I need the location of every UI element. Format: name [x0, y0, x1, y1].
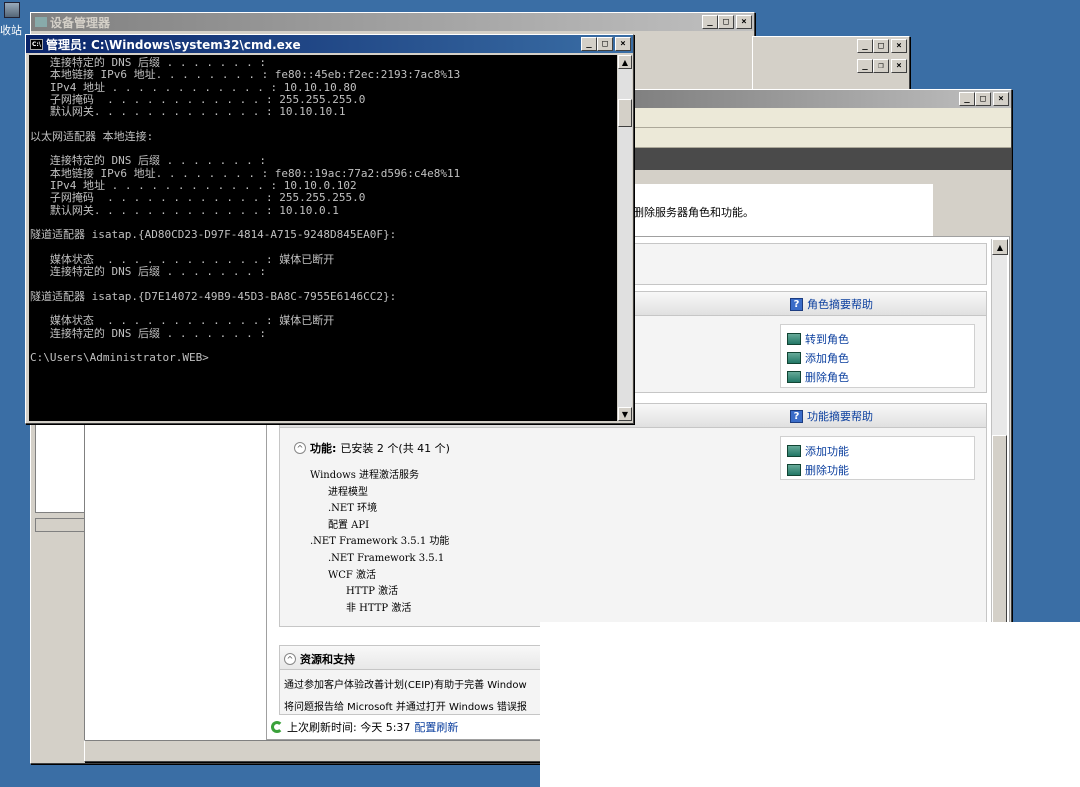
restore-button[interactable]: ❐ — [873, 59, 889, 73]
device-manager-title: 设备管理器 — [50, 15, 111, 30]
scroll-up-button[interactable]: ▲ — [992, 239, 1008, 255]
maximize-button[interactable]: □ — [718, 15, 734, 29]
console-line: 本地链接 IPv6 地址. . . . . . . . : fe80::45eb… — [30, 68, 461, 82]
feature-tree-item: Windows 进程激活服务 — [310, 470, 420, 481]
console-line: 子网掩码 . . . . . . . . . . . . : 255.255.2… — [30, 191, 366, 205]
add-features-icon — [787, 444, 801, 457]
refresh-icon — [271, 721, 283, 733]
scroll-thumb[interactable] — [618, 99, 632, 127]
minimize-button[interactable]: _ — [702, 15, 718, 29]
background-window-titlebar[interactable]: _ □ × — [753, 39, 909, 57]
menubar — [633, 108, 1011, 128]
console-output[interactable]: 连接特定的 DNS 后缀 . . . . . . . : 本地链接 IPv6 地… — [29, 55, 617, 421]
close-button[interactable]: × — [993, 92, 1009, 106]
console-line: 连接特定的 DNS 后缀 . . . . . . . : — [30, 154, 266, 168]
go-to-roles-link[interactable]: 转到角色 — [787, 329, 968, 348]
feature-tree-item: 配置 API — [328, 519, 370, 531]
cmd-window[interactable]: C:\ 管理员: C:\Windows\system32\cmd.exe _ □… — [25, 34, 634, 424]
minimize-button[interactable]: _ — [857, 39, 873, 53]
feature-tree-item: .NET Framework 3.5.1 — [328, 552, 445, 564]
feature-tree-item: 非 HTTP 激活 — [346, 602, 412, 614]
console-scrollbar[interactable]: ▲ ▼ — [618, 55, 632, 421]
feature-tree-item: .NET Framework 3.5.1 功能 — [310, 536, 450, 548]
features-help-link[interactable]: ? 功能摘要帮助 — [790, 408, 873, 424]
add-roles-icon — [787, 351, 801, 364]
cmd-title: 管理员: C:\Windows\system32\cmd.exe — [46, 37, 301, 52]
description-text: 删除服务器角色和功能。 — [633, 206, 754, 219]
features-section: ? 功能摘要帮助 ^ 功能: 已安装 2 个(共 41 个) 添加功能 删除功能… — [279, 403, 987, 627]
console-line: 隧道适配器 isatap.{D7E14072-49B9-45D3-BA8C-79… — [30, 289, 397, 303]
recycle-bin-icon — [4, 2, 20, 18]
help-icon: ? — [790, 297, 803, 311]
console-line: 以太网适配器 本地连接: — [30, 129, 154, 143]
collapse-icon[interactable]: ^ — [294, 442, 306, 454]
close-button[interactable]: × — [891, 59, 907, 73]
console-line: 隧道适配器 isatap.{AD80CD23-D97F-4814-A715-92… — [30, 228, 397, 242]
console-line: 连接特定的 DNS 后缀 . . . . . . . : — [30, 265, 266, 279]
cmd-titlebar[interactable]: C:\ 管理员: C:\Windows\system32\cmd.exe _ □… — [26, 35, 633, 53]
recycle-bin-desktop-icon[interactable]: 收站 — [0, 0, 22, 40]
close-button[interactable]: × — [615, 37, 631, 51]
header-bar — [633, 148, 1011, 170]
device-tree-pane[interactable] — [35, 413, 87, 513]
blank-overlay — [540, 622, 1080, 787]
close-button[interactable]: × — [891, 39, 907, 53]
roles-help-link[interactable]: ? 角色摘要帮助 — [790, 296, 873, 312]
background-window-menubar: _ ❐ × — [753, 59, 909, 77]
features-summary-title[interactable]: ^ 功能: 已安装 2 个(共 41 个) — [294, 440, 450, 456]
remove-features-icon — [787, 463, 801, 476]
remove-roles-link[interactable]: 删除角色 — [787, 367, 968, 386]
maximize-button[interactable]: □ — [597, 37, 613, 51]
features-actions: 添加功能 删除功能 — [780, 436, 975, 480]
feature-tree-item: WCF 激活 — [328, 569, 377, 581]
configure-refresh-link[interactable]: 配置刷新 — [414, 719, 458, 735]
page-description: 删除服务器角色和功能。 — [633, 184, 933, 236]
minimize-button[interactable]: _ — [857, 59, 873, 73]
console-line: 默认网关. . . . . . . . . . . . . : 10.10.10… — [30, 105, 346, 119]
console-line: 连接特定的 DNS 后缀 . . . . . . . : — [30, 326, 266, 340]
minimize-button[interactable]: _ — [581, 37, 597, 51]
minimize-button[interactable]: _ — [959, 92, 975, 106]
help-icon: ? — [790, 409, 803, 423]
server-manager-titlebar[interactable]: _ □ × — [633, 90, 1011, 108]
status-bar — [35, 518, 87, 532]
resources-title[interactable]: ^ 资源和支持 — [284, 651, 355, 667]
roles-actions: 转到角色 添加角色 删除角色 — [780, 324, 975, 388]
go-to-roles-icon — [787, 332, 801, 345]
refresh-status: 上次刷新时间: 今天 5:37 配置刷新 — [271, 719, 458, 735]
feature-tree-item: 进程模型 — [328, 486, 368, 498]
feature-tree-item: .NET 环境 — [328, 503, 378, 515]
scroll-down-button[interactable]: ▼ — [618, 407, 632, 421]
console-line: 默认网关. . . . . . . . . . . . . : 10.10.0.… — [30, 203, 339, 217]
device-manager-icon — [35, 17, 47, 27]
installed-features-tree: Windows 进程激活服务进程模型 .NET 环境 配置 API .NET Fram… — [310, 468, 449, 617]
server-manager-tree-pane[interactable] — [84, 405, 274, 757]
maximize-button[interactable]: □ — [975, 92, 991, 106]
scroll-up-button[interactable]: ▲ — [618, 55, 632, 69]
cmd-icon: C:\ — [30, 38, 43, 50]
console-line: 媒体状态 . . . . . . . . . . . . : 媒体已断开 — [30, 314, 335, 328]
collapse-icon[interactable]: ^ — [284, 653, 296, 665]
console-line: C:\Users\Administrator.WEB> — [30, 351, 209, 365]
ceip-text: 通过参加客户体验改善计划(CEIP)有助于完善 Window — [284, 680, 527, 691]
remove-roles-icon — [787, 370, 801, 383]
feature-tree-item: HTTP 激活 — [346, 586, 399, 598]
add-roles-link[interactable]: 添加角色 — [787, 348, 968, 367]
desktop-icon-label: 收站 — [0, 24, 22, 37]
error-report-text: 将问题报告给 Microsoft 并通过打开 Windows 错误报 — [284, 702, 527, 713]
device-manager-titlebar[interactable]: 设备管理器 _ □ × — [31, 13, 754, 31]
add-features-link[interactable]: 添加功能 — [787, 441, 968, 460]
remove-features-link[interactable]: 删除功能 — [787, 460, 968, 479]
background-window[interactable]: _ □ × _ ❐ × — [752, 36, 910, 92]
toolbar — [633, 128, 1011, 148]
server-manager-status-bar — [84, 740, 544, 762]
close-button[interactable]: × — [736, 15, 752, 29]
maximize-button[interactable]: □ — [873, 39, 889, 53]
